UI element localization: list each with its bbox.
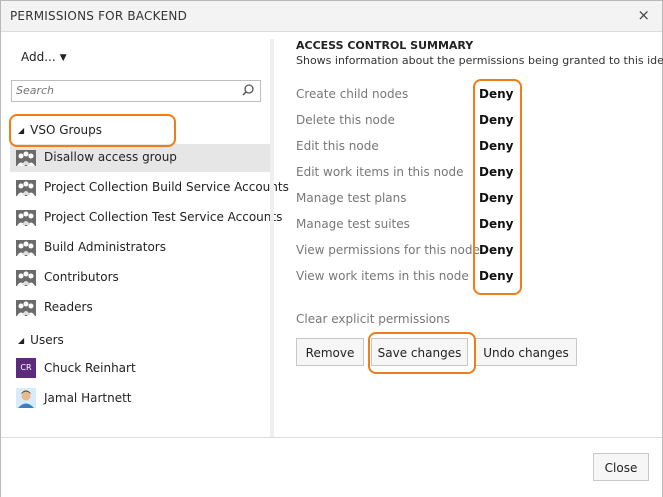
users-label: Users xyxy=(30,333,64,347)
add-label: Add... xyxy=(21,50,56,64)
permission-name: View work items in this node xyxy=(296,269,469,283)
user-label: Jamal Hartnett xyxy=(44,391,132,405)
identity-pane: Add...▼ ◢ VSO Groups Disallow access grou… xyxy=(1,32,289,436)
remove-button[interactable]: Remove xyxy=(296,338,364,366)
group-icon xyxy=(16,180,36,196)
caret-down-icon: ▼ xyxy=(59,53,67,63)
user-label: Chuck Reinhart xyxy=(44,361,136,375)
group-label: Readers xyxy=(44,300,93,314)
group-label: Project Collection Build Service Account… xyxy=(44,180,289,194)
dialog-titlebar: PERMISSIONS FOR BACKEND × xyxy=(1,1,662,32)
dialog-title: PERMISSIONS FOR BACKEND xyxy=(10,9,188,23)
search-icon[interactable] xyxy=(241,83,255,97)
search-input[interactable] xyxy=(12,81,231,99)
group-icon xyxy=(16,150,36,166)
permission-value[interactable]: Deny xyxy=(479,243,513,257)
group-icon xyxy=(16,240,36,256)
vso-groups-label: VSO Groups xyxy=(30,123,103,137)
group-label: Disallow access group xyxy=(44,150,177,164)
permission-value[interactable]: Deny xyxy=(479,269,513,283)
permission-name: Edit work items in this node xyxy=(296,165,464,179)
group-row-build-service[interactable]: Project Collection Build Service Account… xyxy=(10,174,289,202)
group-row-readers[interactable]: Readers xyxy=(10,294,270,322)
summary-title: ACCESS CONTROL SUMMARY xyxy=(296,39,474,52)
group-icon xyxy=(16,300,36,316)
save-changes-button[interactable]: Save changes xyxy=(371,338,468,366)
group-label: Build Administrators xyxy=(44,240,166,254)
user-row-jamal-hartnett[interactable]: Jamal Hartnett xyxy=(10,385,270,413)
clear-explicit-permissions-link[interactable]: Clear explicit permissions xyxy=(296,312,450,326)
group-row-contributors[interactable]: Contributors xyxy=(10,264,270,292)
dialog-footer: Close xyxy=(1,437,662,497)
permission-value[interactable]: Deny xyxy=(479,217,513,231)
permission-value[interactable]: Deny xyxy=(479,113,513,127)
add-dropdown-button[interactable]: Add... ▼ xyxy=(21,50,67,64)
user-row-chuck-reinhart[interactable]: CR Chuck Reinhart xyxy=(10,355,270,383)
permission-name: Manage test plans xyxy=(296,191,407,205)
group-label: Contributors xyxy=(44,270,119,284)
vertical-scrollbar[interactable] xyxy=(270,39,274,437)
permission-value[interactable]: Deny xyxy=(479,165,513,179)
permission-value[interactable]: Deny xyxy=(479,139,513,153)
close-icon[interactable]: × xyxy=(637,7,650,23)
group-row-build-administrators[interactable]: Build Administrators xyxy=(10,234,270,262)
permission-row: Create child nodes Deny xyxy=(296,82,526,108)
group-row-test-service[interactable]: Project Collection Test Service Accounts xyxy=(10,204,282,232)
search-box xyxy=(11,80,261,102)
group-icon xyxy=(16,210,36,226)
access-control-summary-pane: ACCESS CONTROL SUMMARY Shows information… xyxy=(276,32,663,436)
permission-row: Manage test suites Deny xyxy=(296,212,526,238)
permission-row: Edit work items in this node Deny xyxy=(296,160,526,186)
permission-name: Manage test suites xyxy=(296,217,410,231)
users-header[interactable]: ◢ Users xyxy=(18,330,64,350)
avatar: CR xyxy=(16,358,36,378)
group-row-disallow-access[interactable]: Disallow access group xyxy=(10,144,270,172)
summary-description: Shows information about the permissions … xyxy=(296,54,663,67)
close-button[interactable]: Close xyxy=(593,453,649,481)
permission-value[interactable]: Deny xyxy=(479,87,513,101)
permissions-dialog: PERMISSIONS FOR BACKEND × Add...▼ ◢ VSO G… xyxy=(0,0,663,497)
permission-row: View permissions for this node Deny xyxy=(296,238,526,264)
avatar xyxy=(16,388,36,408)
group-label: Project Collection Test Service Accounts xyxy=(44,210,283,224)
permission-value[interactable]: Deny xyxy=(479,191,513,205)
permission-name: View permissions for this node xyxy=(296,243,480,257)
expanded-triangle-icon: ◢ xyxy=(18,126,25,135)
vso-groups-header[interactable]: ◢ VSO Groups xyxy=(18,120,102,140)
permission-row: Manage test plans Deny xyxy=(296,186,526,212)
permission-name: Create child nodes xyxy=(296,87,409,101)
permission-row: Edit this node Deny xyxy=(296,134,526,160)
group-icon xyxy=(16,270,36,286)
permission-name: Delete this node xyxy=(296,113,395,127)
permission-name: Edit this node xyxy=(296,139,379,153)
permission-row: Delete this node Deny xyxy=(296,108,526,134)
expanded-triangle-icon: ◢ xyxy=(18,336,25,345)
permission-row: View work items in this node Deny xyxy=(296,264,526,290)
undo-changes-button[interactable]: Undo changes xyxy=(475,338,577,366)
